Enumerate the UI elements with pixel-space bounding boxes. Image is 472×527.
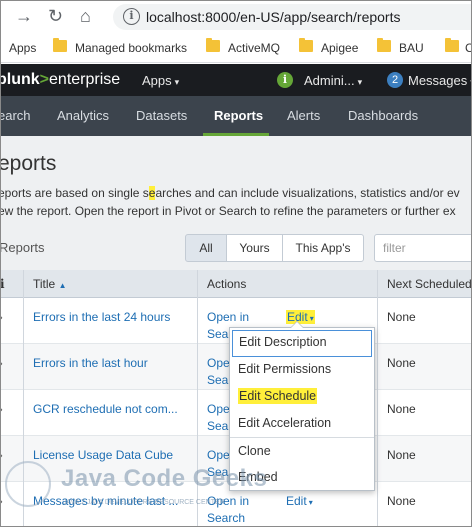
search-link[interactable]: Sea xyxy=(207,373,228,387)
nav-search[interactable]: earch xyxy=(1,108,31,123)
menu-item-edit-schedule[interactable]: Edit Schedule xyxy=(230,383,374,410)
splunk-top-bar: plunk>enterprise Apps ▾ i Admini... ▾ 2 Me… xyxy=(1,64,471,96)
open-in-link[interactable]: Ope xyxy=(207,402,230,416)
reports-count-label: Reports xyxy=(0,240,45,255)
splunk-logo[interactable]: plunk>enterprise xyxy=(1,71,120,89)
next-scheduled-value: None xyxy=(387,356,416,370)
health-status-icon[interactable]: i xyxy=(277,72,293,88)
next-scheduled-value: None xyxy=(387,494,416,508)
open-in-link[interactable]: Ope xyxy=(207,448,230,462)
nav-alerts[interactable]: Alerts xyxy=(287,108,320,123)
caret-down-icon: ▾ xyxy=(357,77,363,87)
forward-arrow-icon[interactable]: → xyxy=(15,6,33,27)
nav-datasets[interactable]: Datasets xyxy=(136,108,187,123)
nav-dashboards[interactable]: Dashboards xyxy=(348,108,418,123)
site-info-icon[interactable]: i xyxy=(123,8,140,25)
apps-menu[interactable]: Apps ▾ xyxy=(142,73,179,88)
page-description-line1: eports are based on single searches and … xyxy=(0,186,460,200)
home-icon[interactable]: ⌂ xyxy=(80,6,91,27)
expand-row-icon[interactable]: › xyxy=(1,496,3,508)
browser-address-bar: → ↻ ⌂ i localhost:8000/en-US/app/search/… xyxy=(1,1,471,33)
next-scheduled-value: None xyxy=(387,310,416,324)
nav-analytics[interactable]: Analytics xyxy=(57,108,109,123)
actions-column-header: Actions xyxy=(207,277,247,291)
caret-down-icon: ▾ xyxy=(308,498,313,507)
folder-icon xyxy=(206,38,220,52)
bookmarks-bar: Apps Managed bookmarks ActiveMQ Apigee B… xyxy=(1,33,471,63)
bookmark-managed[interactable]: Managed bookmarks xyxy=(75,41,187,55)
messages-count-badge[interactable]: 2 xyxy=(387,72,403,88)
filter-input[interactable]: filter xyxy=(374,234,471,262)
folder-icon xyxy=(377,38,391,52)
menu-item-embed[interactable]: Embed xyxy=(230,464,374,491)
bookmark-c[interactable]: C xyxy=(465,41,471,55)
bookmark-activemq[interactable]: ActiveMQ xyxy=(228,41,280,55)
edit-dropdown-button[interactable]: Edit ▾ xyxy=(286,494,313,508)
report-title-link[interactable]: Errors in the last 24 hours xyxy=(33,310,170,324)
menu-item-edit-acceleration[interactable]: Edit Acceleration xyxy=(230,410,374,437)
filter-yours-button[interactable]: Yours xyxy=(226,234,283,262)
edit-dropdown-menu: Edit Description Edit Permissions Edit S… xyxy=(229,321,375,491)
reload-icon[interactable]: ↻ xyxy=(48,6,63,27)
column-divider xyxy=(377,270,378,526)
search-link[interactable]: Sea xyxy=(207,465,228,479)
open-in-link[interactable]: Open in xyxy=(207,494,249,508)
page-description-line2: ew the report. Open the report in Pivot … xyxy=(0,204,456,218)
report-title-link[interactable]: Messages by minute last ... xyxy=(33,494,178,508)
column-divider xyxy=(197,270,198,526)
column-divider xyxy=(23,270,24,526)
report-title-link[interactable]: License Usage Data Cube xyxy=(33,448,173,462)
report-title-link[interactable]: Errors in the last hour xyxy=(33,356,148,370)
app-nav-bar: earch Analytics Datasets Reports Alerts … xyxy=(1,96,471,136)
next-scheduled-value: None xyxy=(387,448,416,462)
filter-all-button[interactable]: All xyxy=(185,234,227,262)
bookmark-bau[interactable]: BAU xyxy=(399,41,424,55)
folder-icon xyxy=(445,38,459,52)
caret-down-icon: ▾ xyxy=(174,77,180,87)
filter-this-app-button[interactable]: This App's xyxy=(282,234,364,262)
info-column-header: i xyxy=(0,277,5,291)
caret-down-icon: ▾ xyxy=(309,314,314,323)
page-title: eports xyxy=(0,152,57,175)
sort-asc-icon: ▲ xyxy=(58,281,67,290)
admin-menu[interactable]: Admini... ▾ xyxy=(304,73,362,88)
folder-icon xyxy=(53,38,67,52)
expand-row-icon[interactable]: › xyxy=(1,450,3,462)
next-scheduled-value: None xyxy=(387,402,416,416)
table-header: i Title ▲ Actions Next Scheduled xyxy=(0,270,471,298)
expand-row-icon[interactable]: › xyxy=(1,404,3,416)
bookmark-apigee[interactable]: Apigee xyxy=(321,41,358,55)
url-field[interactable]: i localhost:8000/en-US/app/search/report… xyxy=(113,4,471,30)
menu-item-edit-description[interactable]: Edit Description xyxy=(232,330,372,357)
report-title-link[interactable]: GCR reschedule not com... xyxy=(33,402,178,416)
bookmark-apps[interactable]: Apps xyxy=(9,41,36,55)
folder-icon xyxy=(299,38,313,52)
nav-reports[interactable]: Reports xyxy=(214,108,263,123)
open-in-link[interactable]: Open in xyxy=(207,310,249,324)
url-text: localhost:8000/en-US/app/search/reports xyxy=(146,9,401,25)
expand-row-icon[interactable]: › xyxy=(1,358,3,370)
messages-menu[interactable]: Messages▾ xyxy=(408,73,471,88)
title-column-header[interactable]: Title ▲ xyxy=(33,277,67,291)
menu-item-clone[interactable]: Clone xyxy=(230,438,374,465)
search-link[interactable]: Sea xyxy=(207,419,228,433)
search-link[interactable]: Search xyxy=(207,511,245,525)
menu-item-edit-permissions[interactable]: Edit Permissions xyxy=(230,356,374,383)
screenshot-root: → ↻ ⌂ i localhost:8000/en-US/app/search/… xyxy=(0,0,472,527)
expand-row-icon[interactable]: › xyxy=(1,312,3,324)
next-scheduled-column-header[interactable]: Next Scheduled xyxy=(387,277,471,291)
